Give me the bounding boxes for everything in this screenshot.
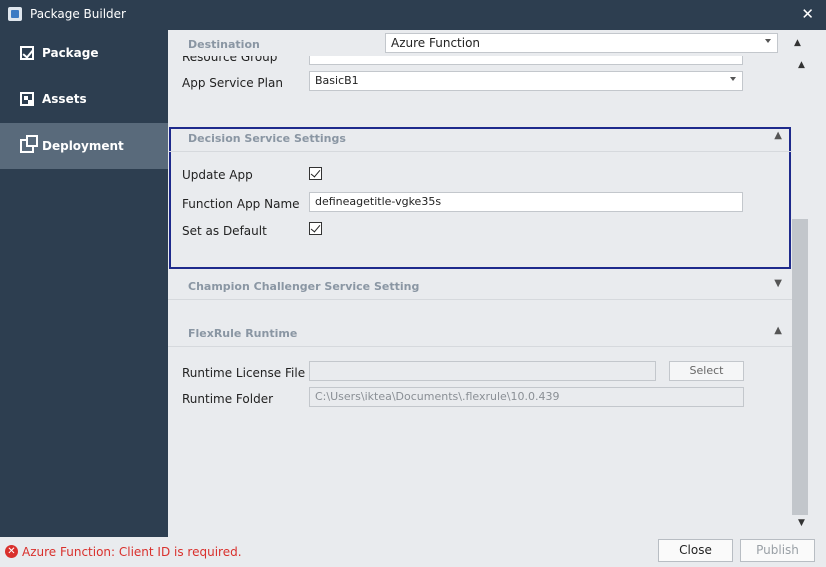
deploy-icon — [20, 135, 38, 153]
update-app-label: Update App — [182, 168, 253, 182]
close-icon[interactable]: ✕ — [801, 5, 814, 23]
runtime-folder-label: Runtime Folder — [182, 392, 274, 406]
flexrule-runtime-header[interactable]: FlexRule Runtime ▲ — [168, 323, 792, 345]
runtime-license-file-label: Runtime License File — [182, 366, 306, 380]
scroll-up-icon[interactable]: ▲ — [798, 60, 805, 70]
chevron-down-icon — [730, 77, 736, 81]
update-app-checkbox[interactable] — [309, 167, 322, 180]
app-icon — [8, 7, 22, 21]
champion-challenger-title: Champion Challenger Service Setting — [188, 280, 420, 293]
chevron-down-icon[interactable]: ▼ — [774, 278, 782, 289]
chevron-down-icon — [765, 39, 771, 43]
destination-value: Azure Function — [391, 36, 481, 50]
sidebar-item-label: Assets — [42, 92, 87, 106]
scrollbar-thumb[interactable] — [792, 219, 808, 515]
function-app-name-input[interactable]: defineagetitle-vgke35s — [309, 192, 743, 212]
sidebar-item-deployment[interactable]: Deployment — [0, 123, 168, 169]
sidebar-item-label: Package — [42, 46, 99, 60]
champion-challenger-header[interactable]: Champion Challenger Service Setting ▼ — [168, 276, 792, 298]
app-service-plan-value: BasicB1 — [315, 74, 359, 87]
destination-label: Destination — [188, 38, 260, 51]
error-message: Azure Function: Client ID is required. — [22, 545, 242, 559]
sidebar-item-label: Deployment — [42, 139, 124, 153]
window-title: Package Builder — [30, 7, 126, 21]
divider — [168, 151, 792, 152]
destination-select[interactable]: Azure Function — [385, 33, 778, 53]
sidebar: Package Assets Deployment — [0, 30, 168, 537]
content-panel: Destination Azure Function Resource Grou… — [168, 30, 826, 537]
scroll-down-icon[interactable]: ▼ — [798, 518, 805, 528]
sidebar-item-assets[interactable]: Assets — [0, 76, 168, 122]
function-app-name-label: Function App Name — [182, 197, 300, 211]
set-as-default-label: Set as Default — [182, 224, 267, 238]
flexrule-runtime-title: FlexRule Runtime — [188, 327, 298, 340]
scroll-top-icon[interactable]: ▲ — [794, 38, 801, 48]
sidebar-item-package[interactable]: Package — [0, 30, 168, 76]
divider — [168, 299, 792, 300]
resource-group-field[interactable] — [309, 56, 743, 65]
chevron-up-icon[interactable]: ▲ — [774, 325, 782, 336]
check-icon — [20, 46, 34, 60]
decision-service-title: Decision Service Settings — [188, 132, 346, 145]
runtime-license-file-input[interactable] — [309, 361, 656, 381]
decision-service-header[interactable]: Decision Service Settings ▲ — [168, 128, 792, 150]
close-button[interactable]: Close — [658, 539, 733, 562]
select-license-button[interactable]: Select — [669, 361, 744, 381]
publish-button[interactable]: Publish — [740, 539, 815, 562]
chevron-up-icon[interactable]: ▲ — [774, 130, 782, 141]
status-bar: ✕ Azure Function: Client ID is required.… — [0, 537, 826, 567]
set-as-default-checkbox[interactable] — [309, 222, 322, 235]
app-service-plan-label: App Service Plan — [182, 76, 283, 90]
app-service-plan-select[interactable]: BasicB1 — [309, 71, 743, 91]
error-icon: ✕ — [5, 545, 18, 558]
runtime-folder-input[interactable]: C:\Users\iktea\Documents\.flexrule\10.0.… — [309, 387, 744, 407]
divider — [168, 346, 792, 347]
assets-icon — [20, 92, 34, 106]
title-bar: Package Builder ✕ — [0, 0, 826, 30]
